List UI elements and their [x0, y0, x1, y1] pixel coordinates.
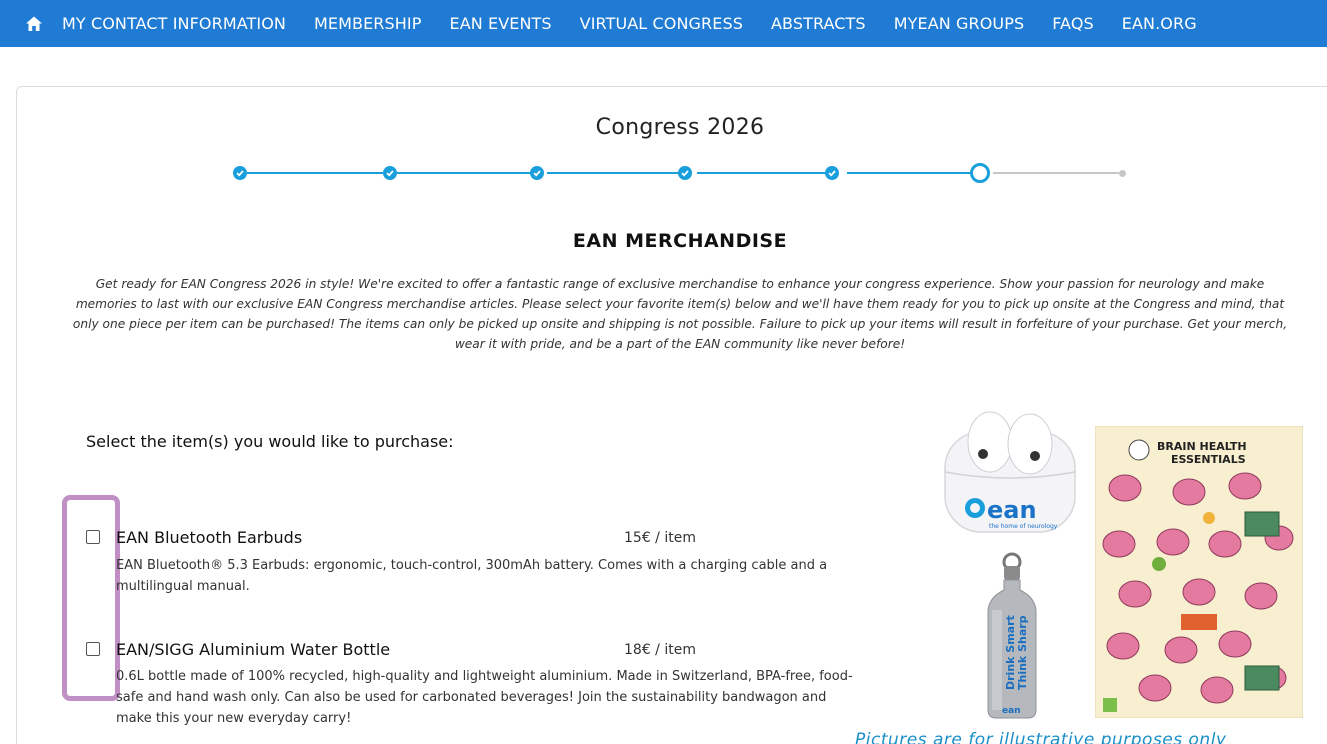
earbuds-brand-logo: ean: [987, 496, 1037, 524]
nav-item-virtual-congress[interactable]: VIRTUAL CONGRESS: [580, 14, 743, 33]
intro-text: Get ready for EAN Congress 2026 in style…: [72, 277, 1288, 351]
nav-item-faqs[interactable]: FAQS: [1052, 14, 1094, 33]
stepper-line-complete: [547, 172, 683, 174]
home-icon[interactable]: [22, 12, 46, 36]
step-future-indicator: [1119, 170, 1126, 177]
earbuds-product-image: ean the home of neurology: [935, 392, 1085, 542]
top-navigation: MY CONTACT INFORMATION MEMBERSHIP EAN EV…: [0, 0, 1327, 57]
poster-title-line2: ESSENTIALS: [1171, 453, 1246, 466]
item-name-earbuds: EAN Bluetooth Earbuds: [116, 528, 303, 547]
step-complete-check-icon: [825, 166, 839, 180]
item-name-water-bottle: EAN/SIGG Aluminium Water Bottle: [116, 640, 391, 659]
item-description-water-bottle: 0.6L bottle made of 100% recycled, high-…: [116, 669, 853, 726]
brain-health-poster-image: BRAIN HEALTH ESSENTIALS: [1094, 425, 1304, 719]
water-bottle-checkbox[interactable]: [86, 642, 100, 656]
nav-item-abstracts[interactable]: ABSTRACTS: [771, 14, 866, 33]
stepper-line-complete: [697, 172, 833, 174]
nav-item-ean-org[interactable]: EAN.ORG: [1122, 14, 1197, 33]
progress-stepper: [233, 160, 1133, 186]
nav-item-contact-information[interactable]: MY CONTACT INFORMATION: [62, 14, 286, 33]
step-complete-check-icon: [678, 166, 692, 180]
earbuds-checkbox[interactable]: [86, 530, 100, 544]
poster-title-line1: BRAIN HEALTH: [1157, 440, 1247, 453]
step-complete-check-icon: [530, 166, 544, 180]
nav-item-ean-events[interactable]: EAN EVENTS: [449, 14, 551, 33]
nav-bar: MY CONTACT INFORMATION MEMBERSHIP EAN EV…: [0, 0, 1327, 47]
select-items-prompt: Select the item(s) you would like to pur…: [86, 432, 454, 451]
illustrative-purposes-caption: Pictures are for illustrative purposes o…: [855, 730, 1227, 744]
bottle-text-think-sharp: Think Sharp: [1016, 615, 1029, 690]
stepper-line-complete: [847, 172, 973, 174]
bottle-brand-logo: ean: [1002, 706, 1021, 716]
nav-item-myean-groups[interactable]: MYEAN GROUPS: [894, 14, 1025, 33]
stepper-line-complete: [247, 172, 383, 174]
earbuds-tagline: the home of neurology: [989, 523, 1058, 530]
section-heading: EAN MERCHANDISE: [572, 230, 788, 252]
step-current-indicator: [970, 163, 990, 183]
stepper-line-complete: [397, 172, 533, 174]
item-price-earbuds: 15€ / item: [624, 530, 696, 546]
water-bottle-product-image: Drink Smart Think Sharp ean: [982, 550, 1042, 720]
checkbox-highlight-box: [62, 495, 120, 701]
nav-item-membership[interactable]: MEMBERSHIP: [314, 14, 421, 33]
page-title: Congress 2026: [595, 115, 765, 140]
item-price-water-bottle: 18€ / item: [624, 642, 696, 658]
step-complete-check-icon: [233, 166, 247, 180]
step-complete-check-icon: [383, 166, 397, 180]
stepper-line-pending: [993, 172, 1119, 174]
item-description-earbuds: EAN Bluetooth® 5.3 Earbuds: ergonomic, t…: [116, 558, 828, 594]
